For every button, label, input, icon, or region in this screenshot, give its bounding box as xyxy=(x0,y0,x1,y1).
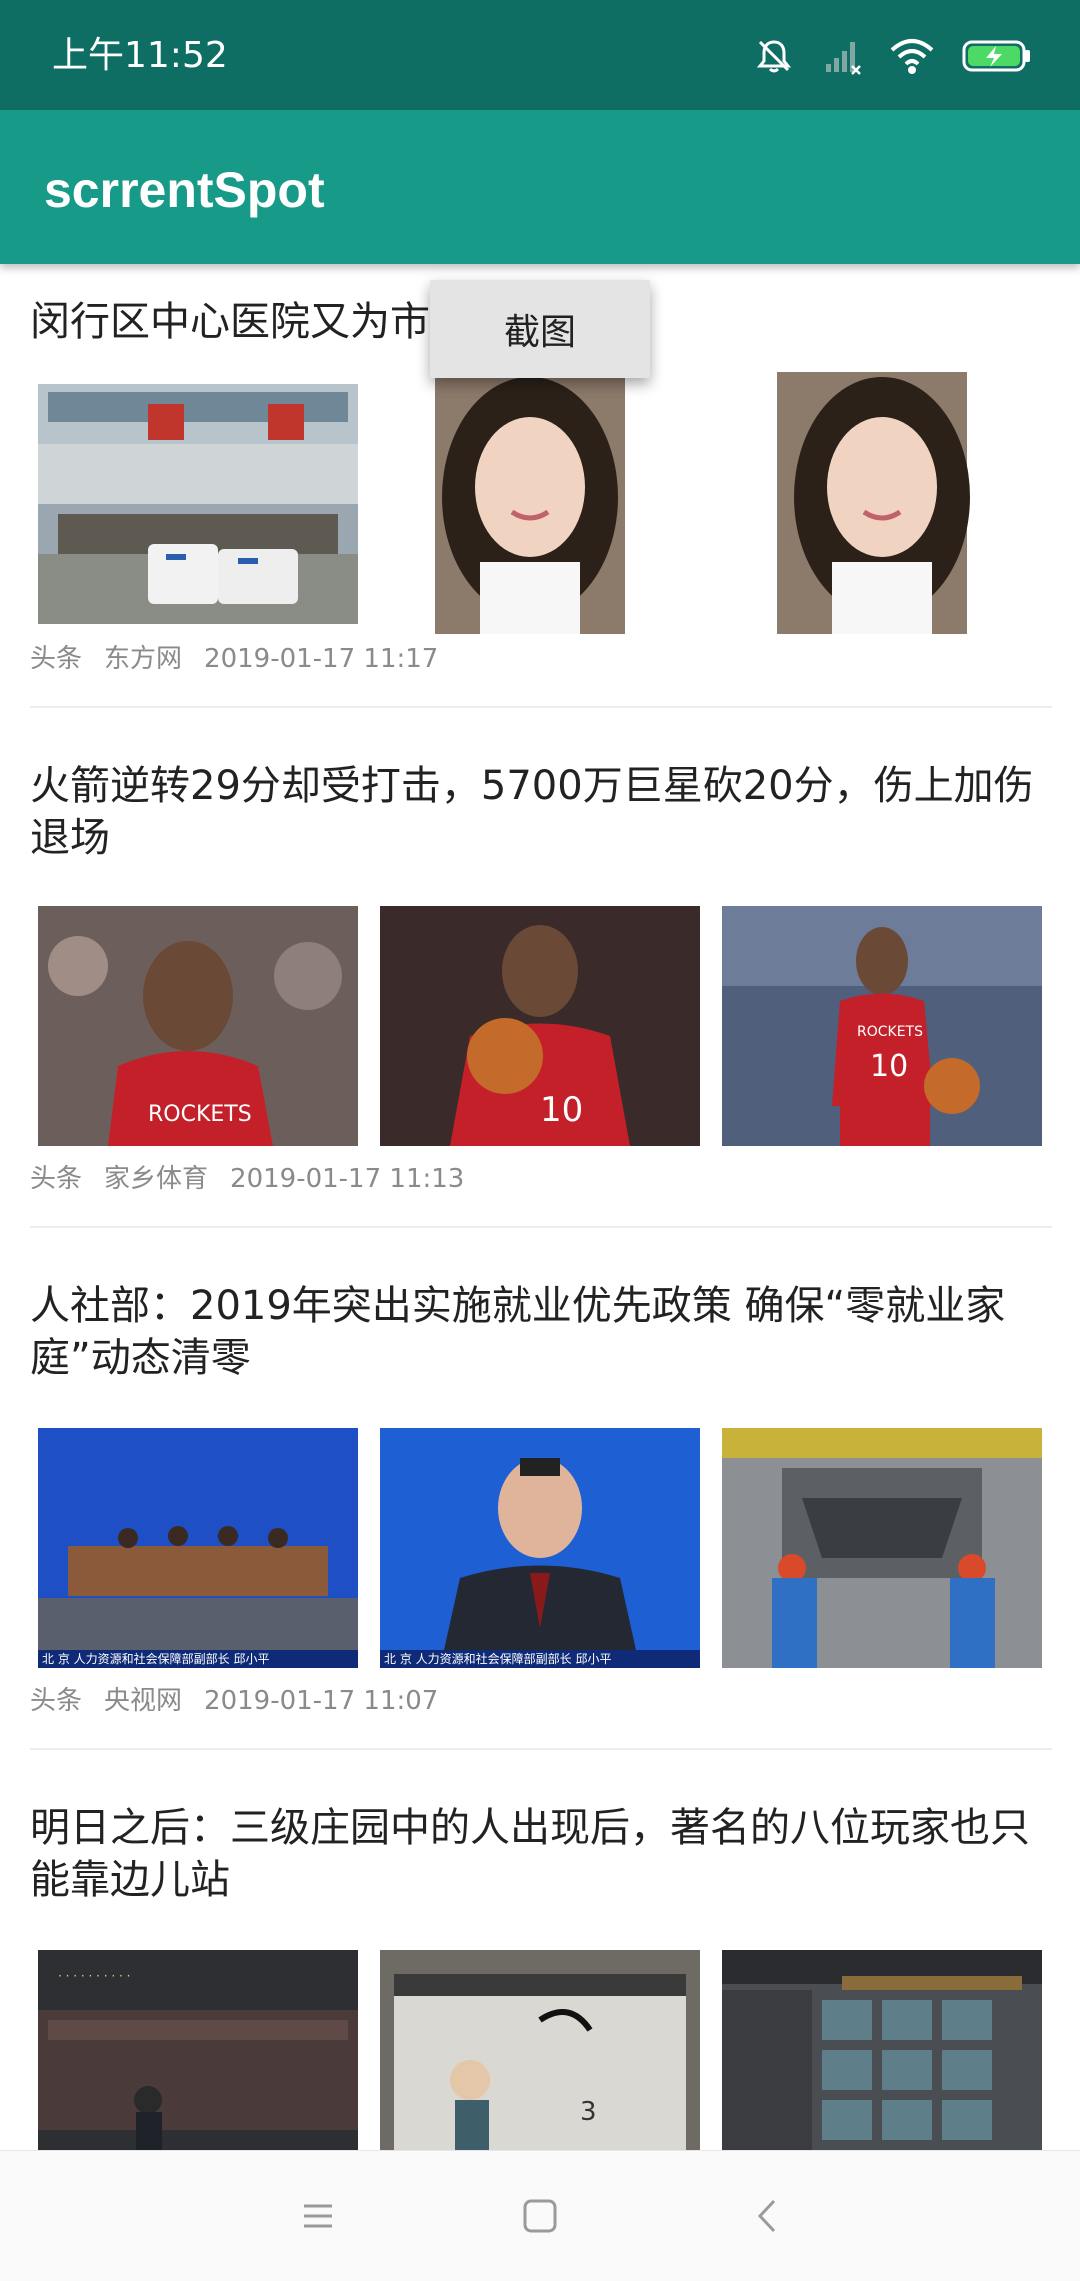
item-divider xyxy=(30,1748,1052,1750)
status-icons xyxy=(754,34,1032,78)
basketball-photo: ROCKETS xyxy=(38,906,358,1146)
source-tag: 头条 xyxy=(30,1164,83,1194)
news-meta: 头条 央视网 2019-01-17 11:07 xyxy=(30,1684,460,1718)
news-meta: 头条 家乡体育 2019-01-17 11:13 xyxy=(30,1162,486,1196)
item-divider xyxy=(30,706,1052,708)
svg-text:10: 10 xyxy=(540,1090,583,1130)
news-title: 火箭逆转29分却受打击，5700万巨星砍20分，伤上加伤退场 xyxy=(30,763,1034,861)
news-item[interactable]: 火箭逆转29分却受打击，5700万巨星砍20分，伤上加伤退场 ROCKETS 1… xyxy=(0,724,1080,1244)
news-item[interactable]: 人社部：2019年突出实施就业优先政策 确保“零就业家庭”动态清零 北 京 人力… xyxy=(0,1246,1080,1766)
news-source: 央视网 xyxy=(104,1686,183,1716)
game-screenshot: · · · · · · · · · · xyxy=(38,1950,358,2150)
app-bar: scrrentSpot xyxy=(0,110,1080,264)
game-screenshot: 3 xyxy=(380,1950,700,2150)
wifi-icon xyxy=(890,39,934,74)
news-source: 家乡体育 xyxy=(104,1164,209,1194)
svg-text:3: 3 xyxy=(580,2097,597,2127)
news-feed[interactable]: 闵行区中心医院又为市民送福利 头条 东方网 2019-01-17 11:17 火… xyxy=(0,264,1080,2150)
svg-text:ROCKETS: ROCKETS xyxy=(857,1024,923,1040)
status-bar: 上午11:52 xyxy=(0,0,1080,110)
portrait-photo xyxy=(722,372,1042,634)
battery-charging-icon xyxy=(962,40,1030,72)
navigation-bar xyxy=(0,2150,1080,2281)
game-screenshot xyxy=(722,1950,1042,2150)
news-time: 2019-01-17 11:17 xyxy=(204,644,439,674)
source-tag: 头条 xyxy=(30,1686,83,1716)
portrait-photo xyxy=(380,372,700,634)
mute-bell-icon xyxy=(756,40,792,73)
source-tag: 头条 xyxy=(30,644,83,674)
press-conference-photo: 北 京 人力资源和社会保障部副部长 邱小平 xyxy=(380,1428,700,1668)
basketball-photo: 10 xyxy=(380,906,700,1146)
thumb-caption: 北 京 人力资源和社会保障部副部长 邱小平 xyxy=(384,1652,612,1666)
menu-icon xyxy=(304,2204,332,2228)
menu-item-screenshot[interactable]: 截图 xyxy=(504,303,576,355)
status-time: 上午11:52 xyxy=(52,35,228,76)
news-source: 东方网 xyxy=(104,644,183,674)
item-divider xyxy=(30,1226,1052,1228)
home-icon xyxy=(523,2199,557,2233)
menu-button[interactable] xyxy=(278,2181,358,2251)
news-meta: 头条 东方网 2019-01-17 11:17 xyxy=(30,642,460,676)
basketball-photo: ROCKETS 10 xyxy=(722,906,1042,1146)
news-title: 人社部：2019年突出实施就业优先政策 确保“零就业家庭”动态清零 xyxy=(30,1283,1006,1381)
thumb-caption: 北 京 人力资源和社会保障部副部长 邱小平 xyxy=(42,1652,270,1666)
svg-text:ROCKETS: ROCKETS xyxy=(148,1102,252,1127)
home-button[interactable] xyxy=(500,2181,580,2251)
svg-text:· · · · · · · · · ·: · · · · · · · · · · xyxy=(58,1969,130,1983)
back-icon xyxy=(757,2199,776,2233)
app-title: scrrentSpot xyxy=(44,162,325,218)
svg-text:10: 10 xyxy=(870,1049,908,1084)
hospital-photo xyxy=(38,384,358,624)
popup-menu: 截图 xyxy=(430,280,650,378)
workers-photo xyxy=(722,1428,1042,1668)
signal-off-icon xyxy=(826,42,861,75)
news-item[interactable]: 明日之后：三级庄园中的人出现后，著名的八位玩家也只能靠边儿站 · · · · ·… xyxy=(0,1768,1080,2150)
news-time: 2019-01-17 11:13 xyxy=(230,1164,465,1194)
back-button[interactable] xyxy=(728,2181,808,2251)
news-time: 2019-01-17 11:07 xyxy=(204,1686,439,1716)
news-title: 明日之后：三级庄园中的人出现后，著名的八位玩家也只能靠边儿站 xyxy=(30,1805,1030,1903)
press-conference-photo: 北 京 人力资源和社会保障部副部长 邱小平 xyxy=(38,1428,358,1668)
